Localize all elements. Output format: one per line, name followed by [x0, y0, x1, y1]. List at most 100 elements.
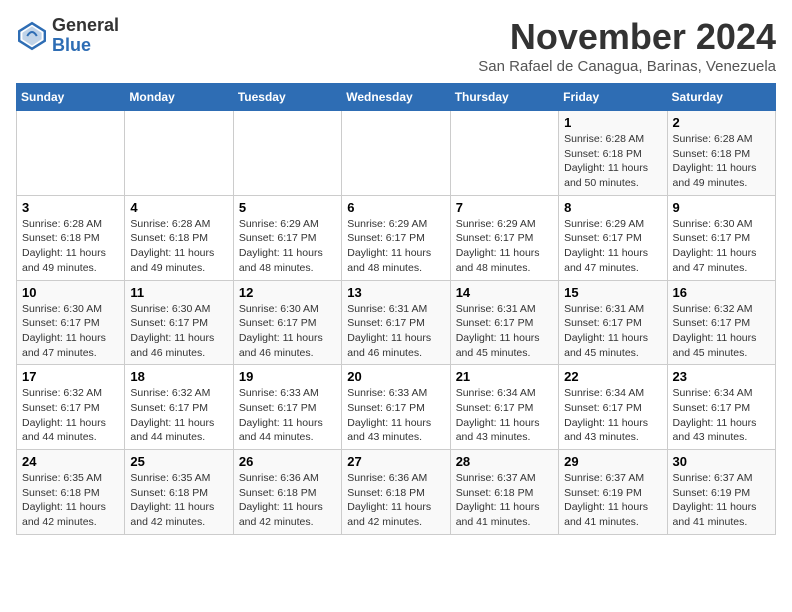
calendar-cell: 4Sunrise: 6:28 AM Sunset: 6:18 PM Daylig… — [125, 195, 233, 280]
day-info: Sunrise: 6:33 AM Sunset: 6:17 PM Dayligh… — [239, 386, 336, 445]
calendar-cell: 14Sunrise: 6:31 AM Sunset: 6:17 PM Dayli… — [450, 280, 558, 365]
calendar-table: SundayMondayTuesdayWednesdayThursdayFrid… — [16, 83, 776, 535]
calendar-cell: 27 Sunrise: 6:36 AM Sunset: 6:18 PM Dayli… — [342, 450, 450, 535]
day-number: 6 — [347, 200, 444, 215]
calendar-cell: 23 Sunrise: 6:34 AM Sunset: 6:17 PM Dayli… — [667, 365, 775, 450]
calendar-cell: 17 Sunrise: 6:32 AM Sunset: 6:17 PM Dayli… — [17, 365, 125, 450]
day-number: 18 — [130, 369, 227, 384]
day-info: Sunrise: 6:28 AM Sunset: 6:18 PM Dayligh… — [22, 217, 119, 276]
day-number: 23 — [673, 369, 770, 384]
day-info: Sunrise: 6:35 AM Sunset: 6:18 PM Dayligh… — [130, 471, 227, 530]
calendar-week-3: 10 Sunrise: 6:30 AM Sunset: 6:17 PM Dayli… — [17, 280, 776, 365]
weekday-wednesday: Wednesday — [342, 84, 450, 111]
calendar-week-5: 24 Sunrise: 6:35 AM Sunset: 6:18 PM Dayli… — [17, 450, 776, 535]
day-number: 3 — [22, 200, 119, 215]
day-info: Sunrise: 6:30 AM Sunset: 6:17 PM Dayligh… — [22, 302, 119, 361]
weekday-monday: Monday — [125, 84, 233, 111]
calendar-cell: 21 Sunrise: 6:34 AM Sunset: 6:17 PM Dayli… — [450, 365, 558, 450]
calendar-cell: 15Sunrise: 6:31 AM Sunset: 6:17 PM Dayli… — [559, 280, 667, 365]
day-info: Sunrise: 6:37 AM Sunset: 6:19 PM Dayligh… — [564, 471, 661, 530]
day-number: 8 — [564, 200, 661, 215]
day-number: 27 — [347, 454, 444, 469]
day-info: Sunrise: 6:29 AM Sunset: 6:17 PM Dayligh… — [347, 217, 444, 276]
day-number: 26 — [239, 454, 336, 469]
day-info: Sunrise: 6:32 AM Sunset: 6:17 PM Dayligh… — [130, 386, 227, 445]
day-number: 15 — [564, 285, 661, 300]
calendar-cell: 7 Sunrise: 6:29 AM Sunset: 6:17 PM Daylig… — [450, 195, 558, 280]
calendar-cell: 13 Sunrise: 6:31 AM Sunset: 6:17 PM Dayli… — [342, 280, 450, 365]
day-number: 17 — [22, 369, 119, 384]
day-number: 7 — [456, 200, 553, 215]
weekday-sunday: Sunday — [17, 84, 125, 111]
day-info: Sunrise: 6:28 AM Sunset: 6:18 PM Dayligh… — [673, 132, 770, 191]
day-number: 24 — [22, 454, 119, 469]
title-block: November 2024 San Rafael de Canagua, Bar… — [478, 16, 776, 75]
calendar-cell: 22Sunrise: 6:34 AM Sunset: 6:17 PM Dayli… — [559, 365, 667, 450]
day-info: Sunrise: 6:32 AM Sunset: 6:17 PM Dayligh… — [673, 302, 770, 361]
day-info: Sunrise: 6:29 AM Sunset: 6:17 PM Dayligh… — [239, 217, 336, 276]
calendar-cell — [17, 111, 125, 196]
day-number: 19 — [239, 369, 336, 384]
location: San Rafael de Canagua, Barinas, Venezuel… — [478, 58, 776, 75]
logo-text: General Blue — [52, 16, 119, 56]
calendar-cell: 29 Sunrise: 6:37 AM Sunset: 6:19 PM Dayli… — [559, 450, 667, 535]
calendar-cell: 9 Sunrise: 6:30 AM Sunset: 6:17 PM Daylig… — [667, 195, 775, 280]
day-info: Sunrise: 6:29 AM Sunset: 6:17 PM Dayligh… — [564, 217, 661, 276]
calendar-cell — [450, 111, 558, 196]
day-info: Sunrise: 6:33 AM Sunset: 6:17 PM Dayligh… — [347, 386, 444, 445]
day-info: Sunrise: 6:30 AM Sunset: 6:17 PM Dayligh… — [673, 217, 770, 276]
calendar-header: SundayMondayTuesdayWednesdayThursdayFrid… — [17, 84, 776, 111]
calendar-cell: 2 Sunrise: 6:28 AM Sunset: 6:18 PM Daylig… — [667, 111, 775, 196]
day-number: 29 — [564, 454, 661, 469]
calendar-cell — [125, 111, 233, 196]
calendar-cell: 11 Sunrise: 6:30 AM Sunset: 6:17 PM Dayli… — [125, 280, 233, 365]
day-info: Sunrise: 6:34 AM Sunset: 6:17 PM Dayligh… — [564, 386, 661, 445]
day-info: Sunrise: 6:28 AM Sunset: 6:18 PM Dayligh… — [130, 217, 227, 276]
calendar-cell: 20 Sunrise: 6:33 AM Sunset: 6:17 PM Dayli… — [342, 365, 450, 450]
day-number: 20 — [347, 369, 444, 384]
day-number: 12 — [239, 285, 336, 300]
calendar-cell — [342, 111, 450, 196]
calendar-cell: 18 Sunrise: 6:32 AM Sunset: 6:17 PM Dayli… — [125, 365, 233, 450]
day-number: 30 — [673, 454, 770, 469]
day-number: 11 — [130, 285, 227, 300]
day-info: Sunrise: 6:36 AM Sunset: 6:18 PM Dayligh… — [347, 471, 444, 530]
day-info: Sunrise: 6:36 AM Sunset: 6:18 PM Dayligh… — [239, 471, 336, 530]
weekday-thursday: Thursday — [450, 84, 558, 111]
day-info: Sunrise: 6:30 AM Sunset: 6:17 PM Dayligh… — [239, 302, 336, 361]
calendar-cell: 25 Sunrise: 6:35 AM Sunset: 6:18 PM Dayli… — [125, 450, 233, 535]
calendar-cell: 8 Sunrise: 6:29 AM Sunset: 6:17 PM Daylig… — [559, 195, 667, 280]
weekday-tuesday: Tuesday — [233, 84, 341, 111]
day-info: Sunrise: 6:34 AM Sunset: 6:17 PM Dayligh… — [456, 386, 553, 445]
day-number: 9 — [673, 200, 770, 215]
day-number: 28 — [456, 454, 553, 469]
day-number: 25 — [130, 454, 227, 469]
day-info: Sunrise: 6:34 AM Sunset: 6:17 PM Dayligh… — [673, 386, 770, 445]
day-info: Sunrise: 6:29 AM Sunset: 6:17 PM Dayligh… — [456, 217, 553, 276]
calendar-cell: 24Sunrise: 6:35 AM Sunset: 6:18 PM Dayli… — [17, 450, 125, 535]
day-info: Sunrise: 6:31 AM Sunset: 6:17 PM Dayligh… — [456, 302, 553, 361]
day-number: 1 — [564, 115, 661, 130]
calendar-cell: 3 Sunrise: 6:28 AM Sunset: 6:18 PM Daylig… — [17, 195, 125, 280]
day-number: 16 — [673, 285, 770, 300]
month-title: November 2024 — [478, 16, 776, 58]
day-number: 13 — [347, 285, 444, 300]
logo-blue: Blue — [52, 36, 119, 56]
day-number: 5 — [239, 200, 336, 215]
day-info: Sunrise: 6:31 AM Sunset: 6:17 PM Dayligh… — [347, 302, 444, 361]
calendar-week-4: 17 Sunrise: 6:32 AM Sunset: 6:17 PM Dayli… — [17, 365, 776, 450]
day-number: 2 — [673, 115, 770, 130]
day-info: Sunrise: 6:30 AM Sunset: 6:17 PM Dayligh… — [130, 302, 227, 361]
calendar-cell: 6 Sunrise: 6:29 AM Sunset: 6:17 PM Daylig… — [342, 195, 450, 280]
day-info: Sunrise: 6:32 AM Sunset: 6:17 PM Dayligh… — [22, 386, 119, 445]
day-number: 21 — [456, 369, 553, 384]
logo-general: General — [52, 16, 119, 36]
calendar-week-1: 1 Sunrise: 6:28 AM Sunset: 6:18 PM Daylig… — [17, 111, 776, 196]
calendar-cell: 16 Sunrise: 6:32 AM Sunset: 6:17 PM Dayli… — [667, 280, 775, 365]
day-number: 10 — [22, 285, 119, 300]
page-header: General Blue November 2024 San Rafael de… — [16, 16, 776, 75]
weekday-friday: Friday — [559, 84, 667, 111]
calendar-cell: 28Sunrise: 6:37 AM Sunset: 6:18 PM Dayli… — [450, 450, 558, 535]
calendar-week-2: 3 Sunrise: 6:28 AM Sunset: 6:18 PM Daylig… — [17, 195, 776, 280]
logo: General Blue — [16, 16, 119, 56]
